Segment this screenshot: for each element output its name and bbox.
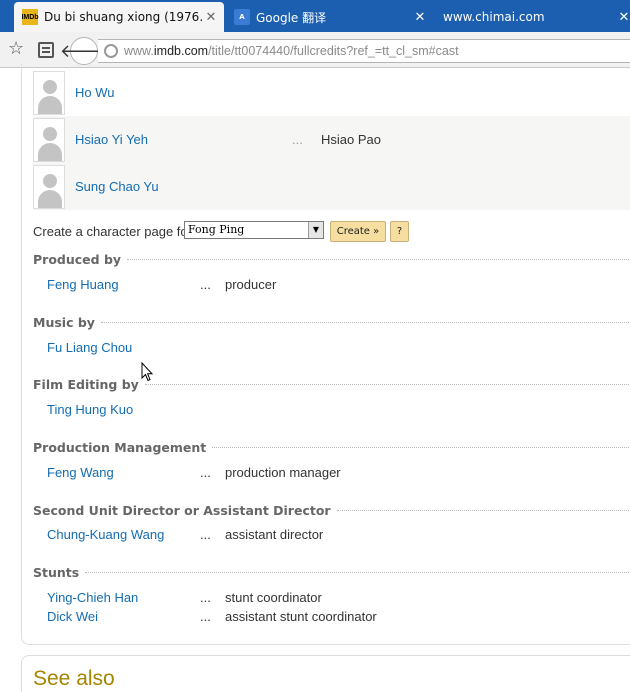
url-prefix: www. — [124, 44, 154, 58]
imdb-icon: IMDb — [21, 9, 39, 25]
credit-ellipsis: ... — [200, 527, 211, 542]
credit-role: assistant director — [225, 527, 324, 542]
cast-row: Sung Chao Yu — [33, 163, 630, 210]
cast-name[interactable]: Hsiao Yi Yeh — [75, 132, 148, 147]
credit-name[interactable]: Ying-Chieh Han — [47, 590, 138, 605]
credit-name[interactable]: Fu Liang Chou — [47, 340, 132, 355]
section-heading: Second Unit Director or Assistant Direct… — [33, 503, 630, 518]
tab-google-translate[interactable]: A Google 翻译 ✕ — [228, 2, 433, 32]
character-page-label: Create a character page for: — [33, 223, 196, 239]
credit-name[interactable]: Ting Hung Kuo — [47, 402, 133, 417]
cast-ellipsis: ... — [292, 132, 303, 147]
avatar-placeholder-icon[interactable] — [33, 117, 65, 162]
cast-name[interactable]: Ho Wu — [75, 85, 115, 100]
credit-name[interactable]: Dick Wei — [47, 609, 98, 624]
credit-ellipsis: ... — [200, 277, 211, 292]
section-title: Stunts — [33, 565, 80, 580]
section-heading: Produced by — [33, 252, 630, 267]
credit-ellipsis: ... — [200, 590, 211, 605]
credit-role: assistant stunt coordinator — [225, 609, 377, 624]
section-heading: Stunts — [33, 565, 630, 580]
cast-character: Hsiao Pao — [321, 132, 381, 147]
section-title: Film Editing by — [33, 377, 139, 392]
page-content: Ho Wu Hsiao Yi Yeh ... Hsiao Pao Sung Ch… — [0, 64, 630, 692]
cast-row: Ho Wu — [33, 69, 630, 116]
credit-role: producer — [225, 277, 277, 292]
cast-name[interactable]: Sung Chao Yu — [75, 179, 159, 194]
tab-strip: IMDb Du bi shuang xiong (1976... ✕ A Goo… — [0, 0, 630, 32]
credit-role: stunt coordinator — [225, 590, 322, 605]
tab-title: www.chimai.com — [443, 10, 545, 24]
tab-title: Google 翻译 — [256, 10, 327, 25]
section-title: Second Unit Director or Assistant Direct… — [33, 503, 331, 518]
close-icon[interactable]: ✕ — [413, 10, 427, 25]
credit-ellipsis: ... — [200, 609, 211, 624]
help-button[interactable]: ? — [390, 221, 409, 242]
divider — [85, 572, 630, 573]
section-title: Production Management — [33, 440, 207, 455]
divider — [336, 510, 630, 511]
section-heading: Film Editing by — [33, 377, 630, 392]
divider — [212, 447, 630, 448]
section-heading: Production Management — [33, 440, 630, 455]
cast-row: Hsiao Yi Yeh ... Hsiao Pao — [33, 116, 630, 163]
address-bar[interactable]: www. imdb.com/title/tt0074440/fullcredits… — [98, 39, 630, 63]
url-path: /title/tt0074440/fullcredits?ref_=tt_cl_… — [208, 44, 459, 58]
avatar-placeholder-icon[interactable] — [33, 70, 65, 115]
character-page-form: Create a character page for: — [33, 220, 196, 242]
close-icon[interactable]: ✕ — [204, 10, 218, 25]
reader-icon[interactable] — [38, 42, 54, 58]
page-info-icon[interactable] — [104, 44, 118, 58]
divider — [100, 322, 630, 323]
create-button[interactable]: Create » — [330, 221, 386, 242]
google-translate-icon: A — [234, 9, 250, 25]
bookmark-star-icon[interactable]: ☆ — [8, 40, 24, 58]
section-heading: Music by — [33, 315, 630, 330]
close-icon[interactable]: ✕ — [617, 10, 630, 25]
credit-name[interactable]: Feng Wang — [47, 465, 114, 480]
tab-title: Du bi shuang xiong (1976... — [44, 10, 204, 24]
mouse-cursor-icon — [141, 362, 153, 382]
see-also-heading: See also — [33, 667, 115, 690]
credit-name[interactable]: Chung-Kuang Wang — [47, 527, 164, 542]
section-title: Produced by — [33, 252, 122, 267]
back-button[interactable]: 🡐 — [60, 37, 108, 65]
dropdown-arrow-icon[interactable]: ▼ — [308, 222, 323, 238]
divider — [144, 384, 630, 385]
divider — [127, 259, 630, 260]
url-host: imdb.com — [153, 44, 209, 58]
tab-chimai[interactable]: www.chimai.com ✕ — [437, 2, 630, 32]
section-title: Music by — [33, 315, 95, 330]
avatar-placeholder-icon[interactable] — [33, 164, 65, 209]
credit-role: production manager — [225, 465, 341, 480]
tab-imdb[interactable]: IMDb Du bi shuang xiong (1976... ✕ — [14, 2, 224, 32]
browser-toolbar: ☆ 🡐 www. imdb.com/title/tt0074440/fullcre… — [0, 32, 630, 68]
character-select[interactable]: Fong Ping ▼ — [184, 221, 324, 239]
character-select-value: Fong Ping — [188, 223, 245, 236]
credit-ellipsis: ... — [200, 465, 211, 480]
credit-name[interactable]: Feng Huang — [47, 277, 119, 292]
